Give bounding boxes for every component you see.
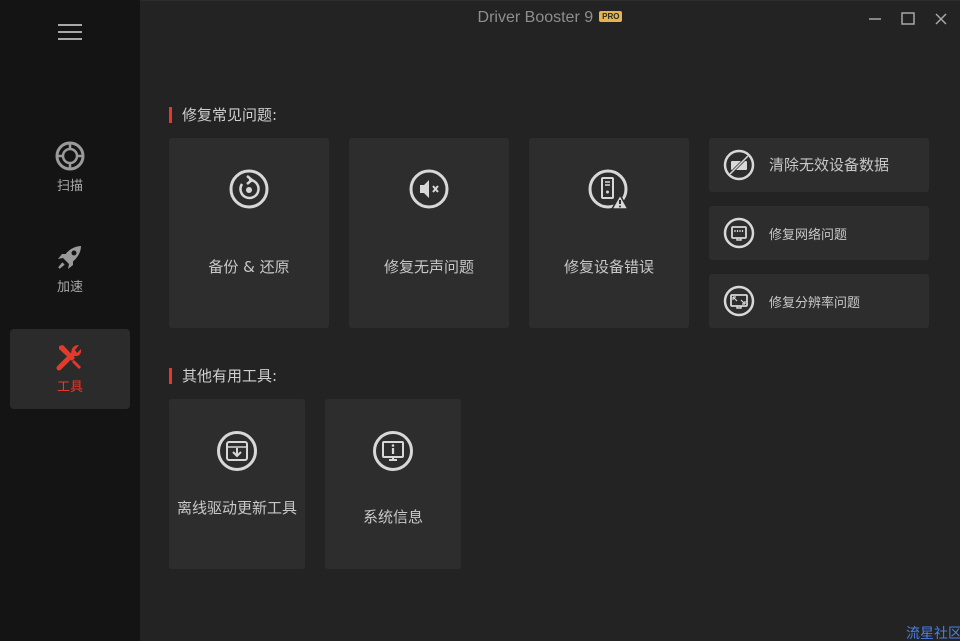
main-panel: Driver Booster 9 PRO 修复常见问题: 备份 & 还原 修复无声… — [140, 0, 960, 641]
card-label: 备份 & 还原 — [208, 258, 290, 276]
sidebar: 扫描 加速 工具 — [0, 0, 140, 641]
offline-update-card[interactable]: 离线驱动更新工具 — [169, 399, 305, 569]
clear-device-data-icon — [723, 149, 755, 181]
card-label: 离线驱动更新工具 — [177, 499, 298, 517]
offline-update-icon — [217, 431, 257, 471]
pro-badge: PRO — [599, 11, 623, 22]
card-label: 系统信息 — [362, 508, 423, 526]
sidebar-item-boost[interactable]: 加速 — [10, 229, 130, 309]
app-title: Driver Booster 9 — [477, 9, 594, 26]
maximize-icon[interactable] — [898, 9, 918, 29]
menu-icon[interactable] — [58, 24, 82, 40]
backup-restore-card[interactable]: 备份 & 还原 — [169, 138, 329, 328]
window-title: Driver Booster 9 PRO — [140, 9, 960, 27]
card-label: 修复网络问题 — [769, 228, 848, 243]
scan-icon — [55, 141, 85, 171]
system-info-card[interactable]: 系统信息 — [325, 399, 461, 569]
sidebar-item-tools[interactable]: 工具 — [10, 329, 130, 409]
fix-network-card[interactable]: 修复网络问题 — [709, 206, 929, 260]
sidebar-item-scan[interactable]: 扫描 — [10, 128, 130, 208]
clear-device-data-card[interactable]: 清除无效设备数据 — [709, 138, 929, 192]
fix-device-error-card[interactable]: 修复设备错误 — [529, 138, 689, 328]
card-label: 修复设备错误 — [563, 258, 654, 276]
sidebar-item-label: 扫描 — [56, 179, 83, 194]
card-label: 清除无效设备数据 — [769, 156, 890, 174]
system-info-icon — [373, 431, 413, 471]
device-error-icon — [588, 169, 630, 210]
tools-icon — [56, 345, 82, 371]
resolution-icon — [723, 285, 755, 317]
fix-no-sound-card[interactable]: 修复无声问题 — [349, 138, 509, 328]
card-label: 修复分辨率问题 — [769, 296, 861, 311]
minimize-icon[interactable] — [865, 9, 885, 29]
fix-resolution-card[interactable]: 修复分辨率问题 — [709, 274, 929, 328]
section-title-other: 其他有用工具: — [169, 368, 277, 384]
backup-restore-icon — [229, 169, 269, 209]
sidebar-item-label: 工具 — [56, 380, 83, 395]
card-label: 修复无声问题 — [383, 258, 474, 276]
sound-mute-icon — [409, 169, 449, 209]
section-title-fix: 修复常见问题: — [169, 107, 277, 123]
rocket-icon — [58, 246, 81, 269]
network-icon — [723, 217, 755, 249]
watermark: 流星社区 — [906, 626, 960, 641]
sidebar-item-label: 加速 — [56, 280, 83, 295]
close-icon[interactable] — [931, 9, 951, 29]
